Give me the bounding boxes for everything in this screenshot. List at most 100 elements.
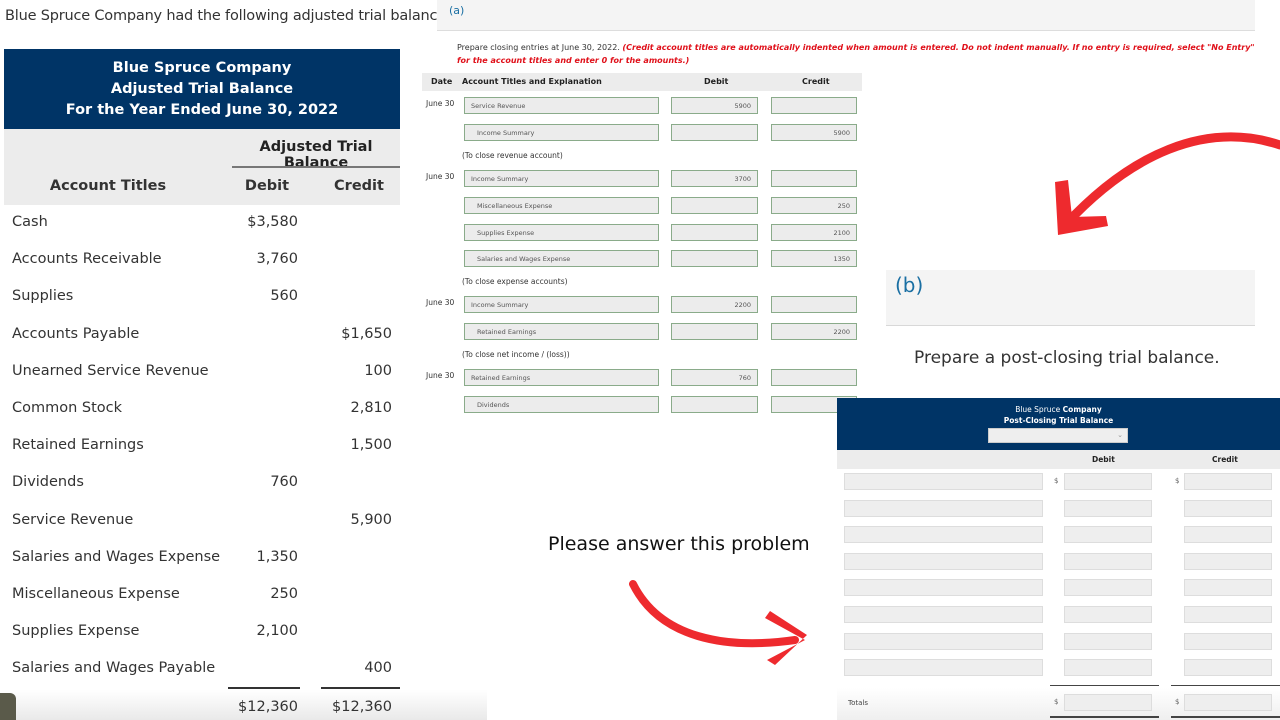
debit-input[interactable]: 760 [671,369,758,386]
pctb-debit-input[interactable] [1064,606,1152,623]
pctb-total-credit-input[interactable] [1184,694,1272,711]
part-b-label: (b) [895,273,924,297]
journal-explanation: (To close revenue account) [462,151,563,160]
credit-input[interactable] [771,296,857,313]
credit-input[interactable] [771,369,857,386]
pctb-total-rule-credit-top [1171,685,1280,686]
pctb-company-name: Blue Spruce Company [837,404,1280,415]
atb-row: Miscellaneous Expense 250 [0,577,432,614]
pctb-date-select[interactable]: ⌄ [988,428,1128,443]
credit-input[interactable] [771,170,857,187]
account-title-input[interactable]: Salaries and Wages Expense [464,250,659,267]
journal-line: Retained Earnings 2200 [422,319,862,340]
pctb-row: $ $ [837,473,1280,491]
pctb-debit-input[interactable] [1064,552,1152,570]
atb-row: Salaries and Wages Payable 400 [0,651,432,688]
atb-row: Unearned Service Revenue 100 [0,354,432,391]
atb-credit: 1,500 [350,437,392,454]
debit-input[interactable] [671,250,758,267]
account-title-input[interactable]: Income Summary [464,296,659,313]
atb-debit: 560 [270,288,298,305]
credit-input[interactable] [771,97,857,114]
credit-input[interactable]: 1350 [771,250,857,267]
part-a-instructions: Prepare closing entries at June 30, 2022… [457,41,1257,67]
pctb-debit-input[interactable] [1064,632,1152,650]
atb-account: Dividends [12,474,84,491]
atb-account: Salaries and Wages Expense [12,548,221,565]
pctb-account-input[interactable] [844,552,1043,570]
pctb-credit-input[interactable] [1184,632,1272,650]
pctb-credit-input[interactable] [1184,499,1272,517]
atb-account: Supplies [12,288,74,305]
arrow-top-shaft [1060,132,1280,230]
pctb-debit-input[interactable] [1064,659,1152,677]
atb-statement-name: Adjusted Trial Balance [110,81,294,97]
atb-account: Accounts Receivable [12,251,162,268]
atb-rows: Cash $3,580 Accounts Receivable 3,760 Supp… [0,205,432,688]
pctb-totals-row: $ $ [837,694,1280,712]
pctb-credit-input[interactable] [1184,526,1272,544]
pctb-credit-input[interactable] [1184,552,1272,570]
pctb-row [837,632,1280,651]
pctb-debit-input[interactable] [1064,473,1152,490]
atb-total-rule-credit [321,687,400,689]
credit-input[interactable]: 250 [771,197,857,214]
pctb-company-plain: Blue Spruce [1015,405,1061,414]
account-title-input[interactable]: Miscellaneous Expense [464,197,659,214]
pctb-credit-input[interactable] [1184,473,1272,490]
debit-input[interactable] [671,396,758,413]
debit-input[interactable]: 2200 [671,296,758,313]
journal-header: Date Account Titles and Explanation Debi… [422,73,862,91]
account-title-input[interactable]: Income Summary [464,124,659,141]
pctb-credit-input[interactable] [1184,579,1272,597]
atb-credit: $1,650 [341,325,392,342]
debit-input[interactable] [671,323,758,340]
atb-credit: 2,810 [350,399,392,416]
pctb-col-debit: Debit [1092,455,1115,464]
pctb-account-input[interactable] [844,526,1043,544]
chevron-down-icon: ⌄ [1117,431,1123,439]
pctb-debit-input[interactable] [1064,579,1152,597]
pctb-account-input[interactable] [844,659,1043,677]
journal-line: Dividends 760 [422,392,862,413]
account-title-input[interactable]: Retained Earnings [464,369,659,386]
debit-input[interactable] [671,124,758,141]
atb-account: Cash [12,214,48,230]
atb-account: Supplies Expense [12,623,140,640]
debit-input[interactable]: 5900 [671,97,758,114]
pctb-total-rule-credit-bottom [1171,716,1280,718]
account-title-input[interactable]: Income Summary [464,170,659,187]
debit-input[interactable] [671,197,758,214]
pctb-account-input[interactable] [844,499,1043,517]
journal-line: June 30 Income Summary 3700 [422,166,862,187]
pctb-credit-input[interactable] [1184,659,1272,677]
pctb-account-input[interactable] [844,606,1043,623]
pctb-debit-input[interactable] [1064,499,1152,517]
pctb-account-input[interactable] [844,579,1043,597]
credit-input[interactable]: 2100 [771,224,857,241]
debit-input[interactable] [671,224,758,241]
atb-credit: 400 [364,660,392,677]
credit-input[interactable]: 2200 [771,323,857,340]
pctb-account-input[interactable] [844,473,1043,490]
atb-total-credit: $12,360 [332,699,392,715]
pctb-row [837,526,1280,544]
journal-col-date: Date [431,77,453,86]
account-title-input[interactable]: Dividends [464,396,659,413]
pctb-row [837,579,1280,597]
problem-intro: Blue Spruce Company had the following ad… [5,8,451,24]
pctb-account-input[interactable] [844,632,1043,650]
pctb-credit-input[interactable] [1184,606,1272,623]
debit-input[interactable]: 3700 [671,170,758,187]
credit-input[interactable]: 5900 [771,124,857,141]
atb-header: Blue Spruce Company Adjusted Trial Balan… [4,49,400,129]
account-title-input[interactable]: Supplies Expense [464,224,659,241]
account-title-input[interactable]: Retained Earnings [464,323,659,340]
pctb-debit-input[interactable] [1064,526,1152,544]
atb-row: Common Stock 2,810 [0,391,432,428]
pctb-total-debit-input[interactable] [1064,694,1152,711]
atb-row: Cash $3,580 [0,205,432,242]
red-arrow-bottom-icon [629,580,807,665]
account-title-input[interactable]: Service Revenue [464,97,659,114]
pctb-col-credit: Credit [1212,455,1238,464]
